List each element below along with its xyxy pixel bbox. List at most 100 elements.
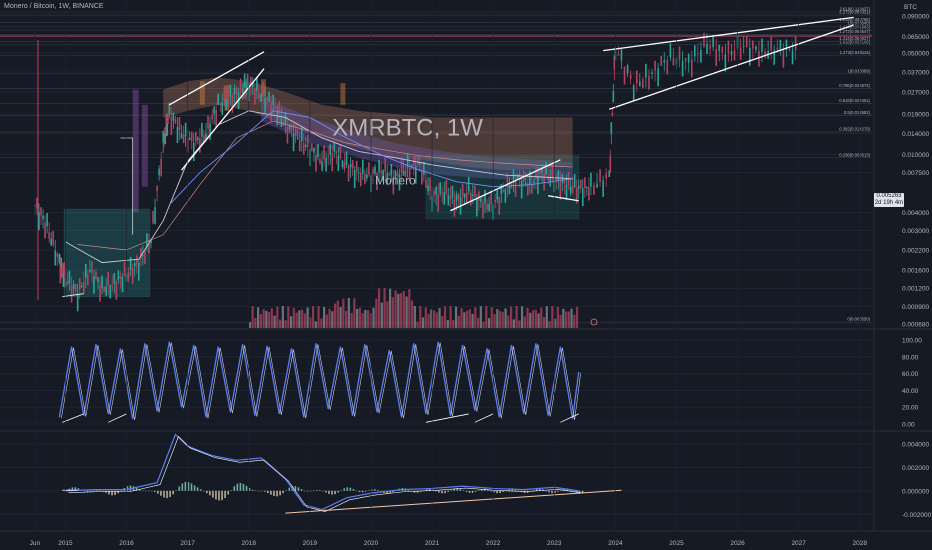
macd-histogram-bar [254,490,257,492]
price-candle-body [227,98,230,101]
price-candle-body [87,273,89,286]
macd-histogram-bar [267,490,269,494]
price-candle-body [782,49,785,68]
price-candle-body [609,155,612,174]
macd-histogram-bar [447,490,449,492]
price-candle-body [180,133,183,139]
macd-histogram-bar [334,490,336,495]
macd-histogram-bar [202,490,205,492]
volume-bar [397,293,400,328]
price-candle-body [319,159,321,164]
price-candle-body [357,172,360,174]
price-candle-body [502,190,505,192]
macd-histogram-bar [86,490,89,492]
price-candle-body [351,160,354,169]
macd-histogram-bar [438,490,440,493]
price-candle-body [223,86,226,101]
macd-histogram-bar [178,486,181,491]
price-candle-body [174,119,177,124]
price-candle-body [599,169,601,182]
volume-bar [454,306,458,328]
price-candle-body [421,169,423,185]
macd-histogram-bar [279,490,281,496]
price-candle-body [488,203,490,212]
volume-bar [476,317,480,328]
volume-bar [317,306,320,328]
price-candle-body [715,49,717,67]
price-candle-body [117,271,120,281]
volume-bar [276,306,279,328]
price-candle-body [339,144,342,159]
price-axis-label: 0.001200 [902,286,929,293]
time-axis-label: 2017 [180,540,195,547]
macd-histogram-bar [285,490,288,491]
price-candle-body [91,261,93,274]
macd-histogram-bar [190,483,193,491]
macd-histogram-bar [227,490,229,495]
macd-histogram-bar [157,490,159,494]
volume-bar [490,307,493,328]
price-candle-body [791,50,794,65]
price-candle-body [137,262,140,281]
price-axis-label: 0.007500 [902,170,929,177]
price-axis-label: 0.037000 [902,70,929,77]
chart-canvas[interactable]: 0.090000 0.065000 0.050000 0.037000 0.027000… [0,0,932,550]
price-candle-body [533,180,535,183]
volume-bar [446,320,449,328]
last-price-badge: 0.005263 2d 19h 4m [874,193,904,207]
price-candle-body [508,185,511,195]
price-axis-label: 0.004000 [902,210,929,217]
price-candle-body [461,183,464,196]
price-axis-label: 0.001600 [902,268,929,275]
price-candle-body [537,176,539,195]
volume-bar [559,314,562,328]
price-candle-body [167,118,170,120]
macd-histogram-bar [496,490,498,494]
price-candle-body [400,159,403,173]
price-candle-body [38,212,40,231]
price-candle-body [89,270,91,272]
price-candle-body [500,184,503,195]
volume-bar [441,316,444,328]
price-candle-body [588,187,590,201]
price-candle-body [543,173,545,191]
price-candle-body [76,293,79,312]
macd-histogram-bar [230,490,233,491]
macd-histogram-bar [355,490,358,492]
price-candle-body [657,68,659,87]
price-candle-body [36,197,38,209]
price-candle-body [262,82,264,97]
price-candle-body [170,117,173,136]
volume-bar [567,311,570,328]
price-candle-body [156,185,158,192]
price-candle-body [82,281,85,294]
price-candle-body [709,45,711,49]
price-candle-body [63,261,66,276]
volume-bar [493,314,496,328]
price-candle-body [99,285,101,302]
fib-level-label: 0.236(0.009513) [839,152,870,157]
volume-bar [413,306,416,328]
price-candle-body [258,92,260,99]
price-candle-body [52,230,55,245]
macd-histogram-bar [377,489,379,491]
macd-histogram-bar [251,489,254,491]
volume-bar [347,298,350,328]
price-candle-body [72,283,75,289]
macd-histogram-bar [532,490,535,491]
price-candle-body [80,285,83,288]
volume-bar [306,307,309,328]
volume-bar [537,313,540,328]
price-candle-body [59,265,62,284]
price-candle-body [298,139,301,152]
price-candle-body [577,185,580,189]
volume-bar [443,306,447,328]
volume-bar [325,314,328,328]
price-candle-body [364,173,366,184]
price-candle-body [119,275,122,279]
price-axis-label: 0.002200 [902,247,929,254]
macd-histogram-bar [282,490,284,494]
macd-histogram-bar [150,490,153,492]
volume-bar [361,313,364,328]
volume-bar [388,288,392,328]
